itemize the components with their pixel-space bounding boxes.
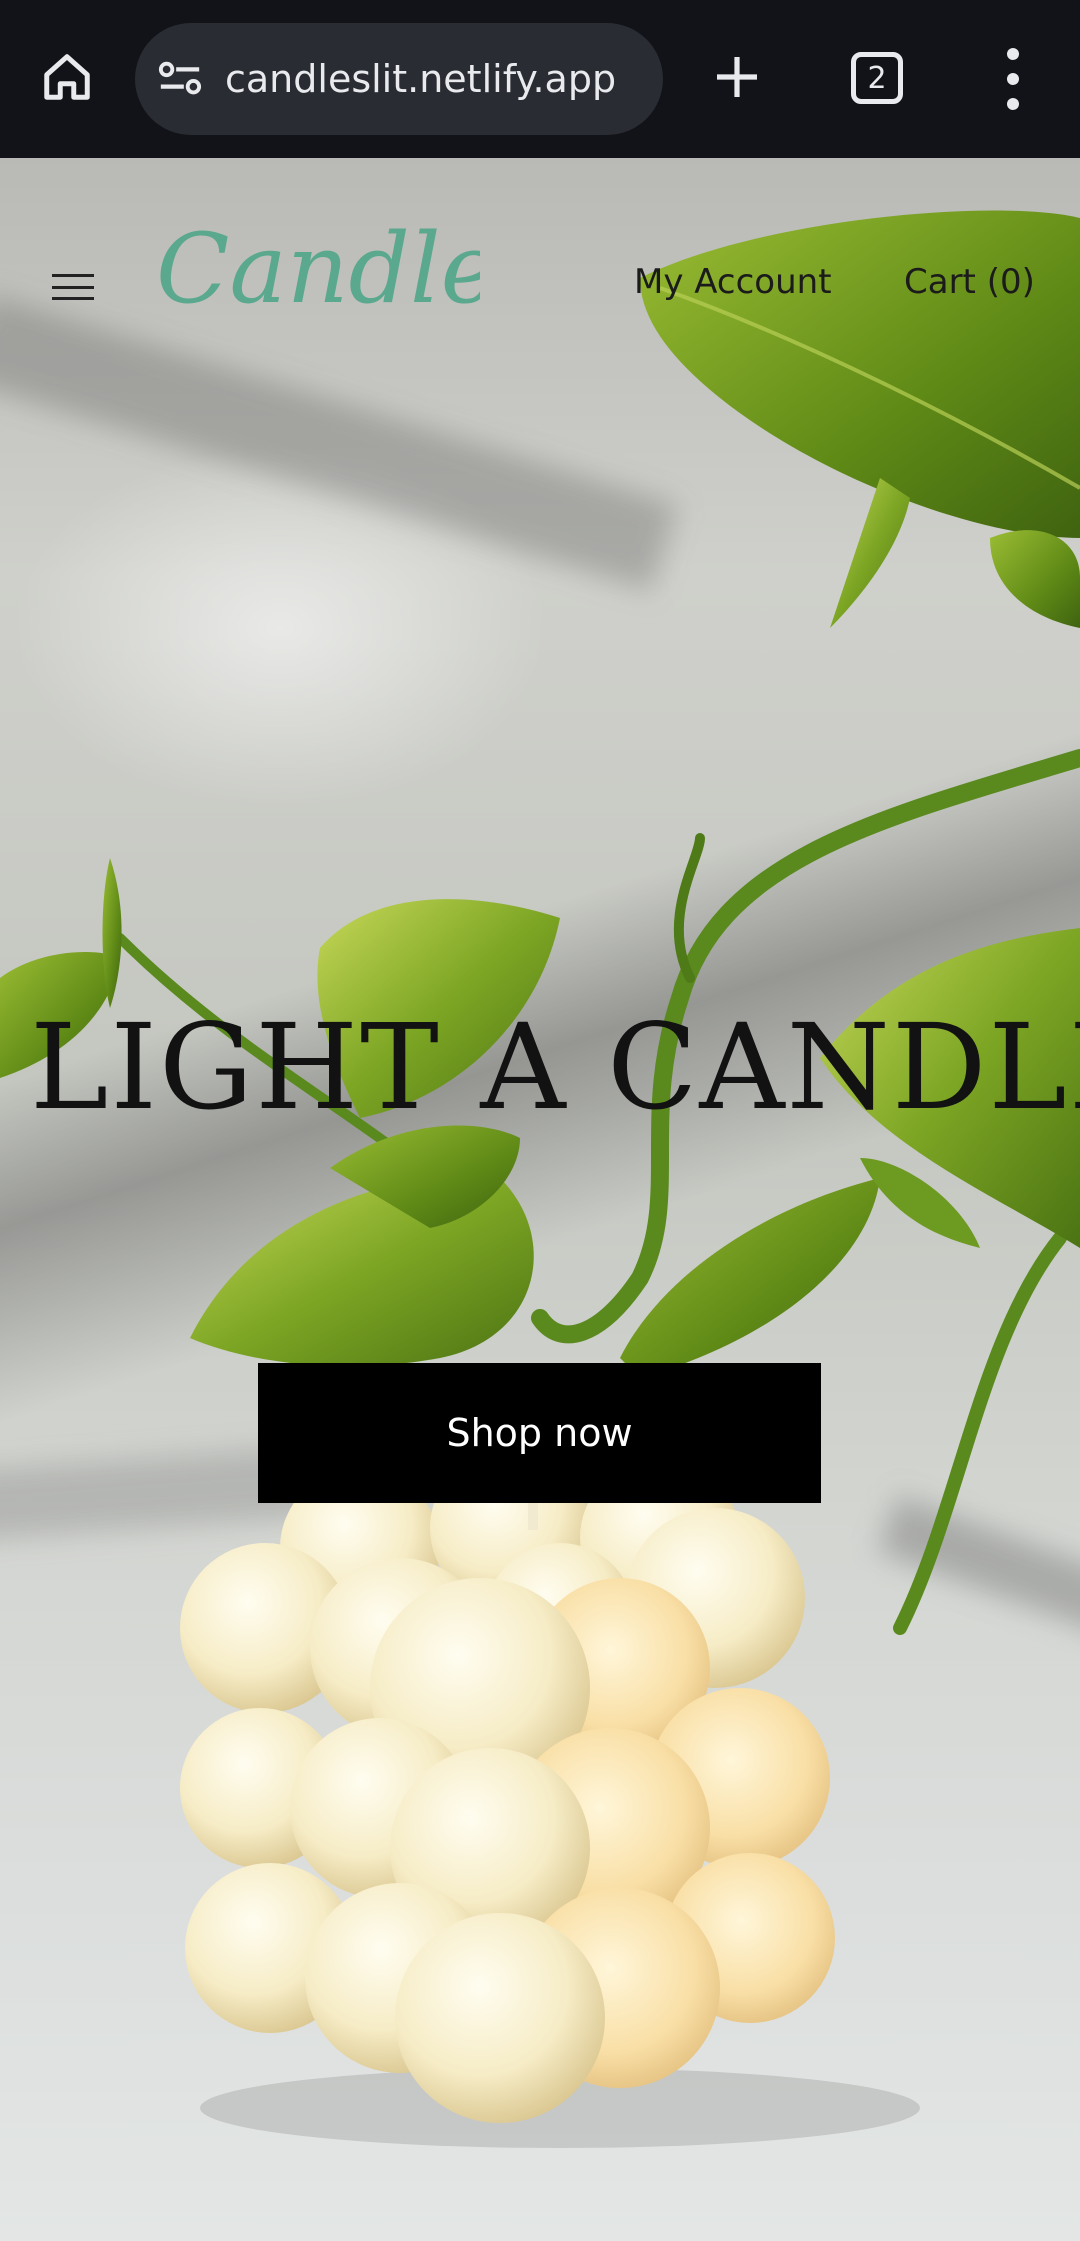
cart-link[interactable]: Cart (0) [904, 262, 1035, 302]
hero-section: Candlelit My Account Cart (0) LIGHT A CA… [0, 158, 1080, 2241]
bubble-candle-image [180, 1488, 920, 2148]
shop-now-button[interactable]: Shop now [258, 1363, 821, 1503]
site-info-icon[interactable] [157, 59, 203, 99]
my-account-link[interactable]: My Account [634, 262, 832, 302]
candlelit-logo[interactable]: Candlelit [150, 198, 480, 338]
browser-toolbar: candleslit.netlify.app 2 [0, 0, 1080, 158]
hero-title: LIGHT A CANDLE [30, 998, 1080, 1136]
address-bar[interactable]: candleslit.netlify.app [135, 23, 663, 135]
url-text[interactable]: candleslit.netlify.app [225, 57, 616, 101]
tab-switcher-icon[interactable]: 2 [851, 52, 903, 104]
logo-text: Candlelit [156, 213, 480, 325]
new-tab-button[interactable] [706, 46, 768, 108]
tab-count: 2 [867, 60, 887, 96]
plus-icon [717, 57, 757, 97]
hamburger-icon[interactable] [52, 274, 94, 300]
home-icon [44, 54, 90, 100]
home-button[interactable] [34, 44, 100, 110]
more-vert-icon[interactable] [990, 48, 1036, 110]
